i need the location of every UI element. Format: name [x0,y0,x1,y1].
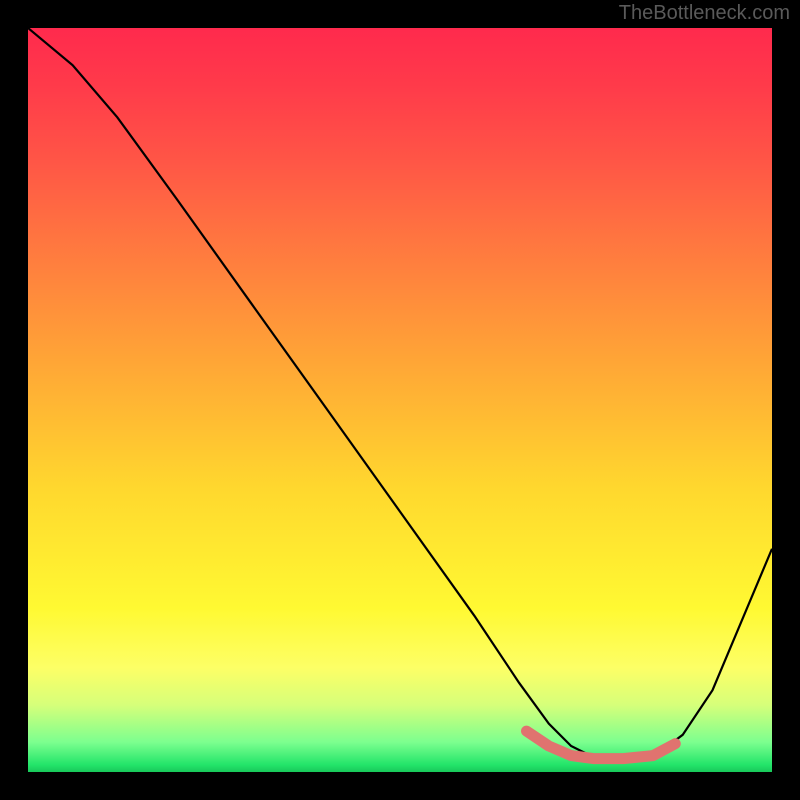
bottleneck-curve-path [28,28,772,761]
chart-svg [28,28,772,772]
optimal-range-marker-path [527,731,676,759]
chart-plot-area [28,28,772,772]
attribution-text: TheBottleneck.com [619,2,790,25]
